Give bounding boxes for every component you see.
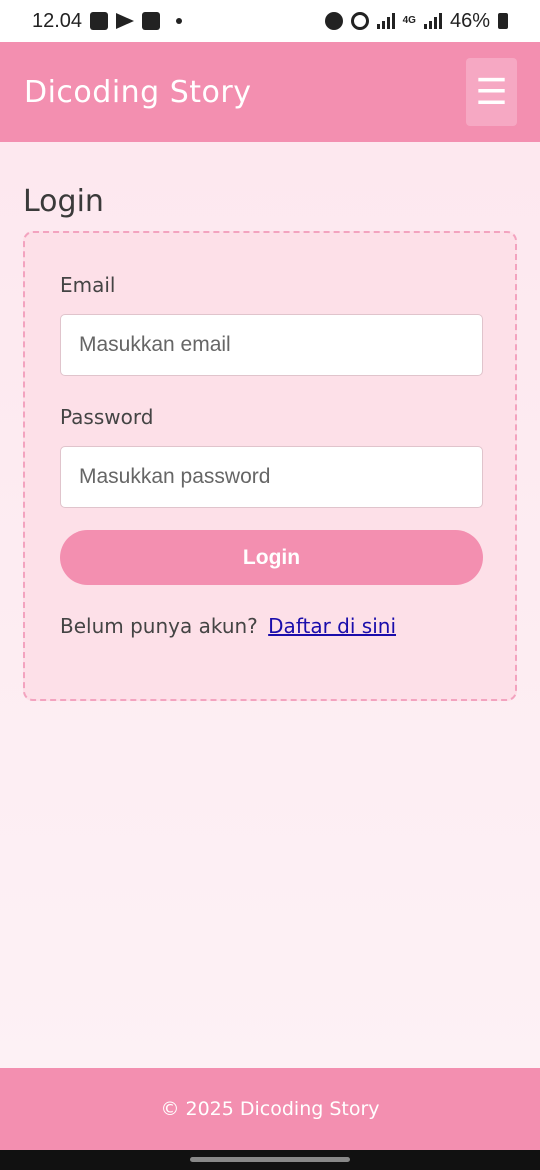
gallery-icon <box>90 12 109 30</box>
register-prompt-text: Belum punya akun? <box>60 614 258 638</box>
status-left: 12.04 <box>32 9 183 33</box>
status-right: 4G 46% <box>324 9 508 33</box>
battery-icon <box>498 13 508 29</box>
email-input[interactable] <box>60 314 483 376</box>
alarm-icon <box>324 12 343 30</box>
register-link[interactable]: Daftar di sini <box>268 614 396 638</box>
password-input[interactable] <box>60 446 483 508</box>
brand-title[interactable]: Dicoding Story <box>24 75 252 110</box>
email-label: Email <box>60 273 116 297</box>
status-time: 12.04 <box>32 9 83 32</box>
battery-percentage: 46% <box>449 9 490 32</box>
system-nav-bar <box>0 1150 540 1170</box>
checkbox-icon <box>142 12 161 30</box>
network-type: 4G <box>402 15 416 26</box>
status-bar: 12.04 4G 46% <box>0 0 540 42</box>
signal-icon <box>376 13 395 29</box>
signal-icon-2 <box>423 13 442 29</box>
hotspot-icon <box>350 12 369 30</box>
page-title: Login <box>23 184 104 219</box>
telegram-icon <box>116 13 135 29</box>
hamburger-menu-button[interactable]: ☰ <box>466 58 517 126</box>
main-content: Login Email Password Login Belum punya a… <box>0 142 540 1068</box>
footer-copyright: © 2025 Dicoding Story <box>160 1098 380 1120</box>
login-form-card: Email Password Login Belum punya akun? D… <box>23 231 517 701</box>
register-prompt: Belum punya akun? Daftar di sini <box>60 614 396 638</box>
hamburger-icon: ☰ <box>475 71 508 113</box>
app-header: Dicoding Story ☰ <box>0 42 540 142</box>
login-button[interactable]: Login <box>60 530 483 585</box>
password-label: Password <box>60 405 154 429</box>
notification-dot-icon <box>176 18 183 24</box>
home-handle[interactable] <box>190 1157 350 1162</box>
app-footer: © 2025 Dicoding Story <box>0 1068 540 1150</box>
